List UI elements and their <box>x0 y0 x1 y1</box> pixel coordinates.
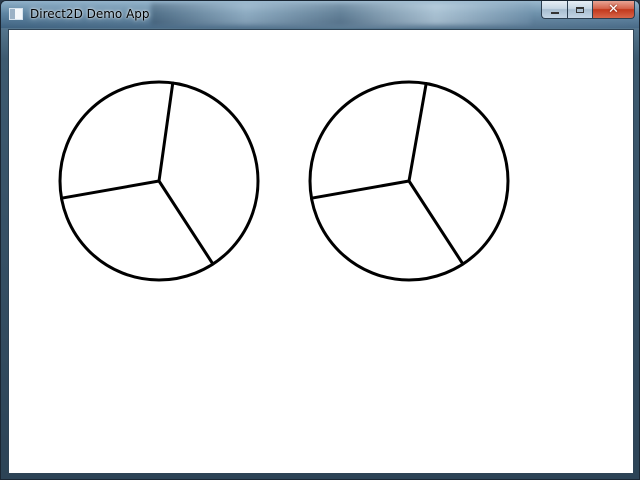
drawing-canvas <box>8 29 634 474</box>
window-title: Direct2D Demo App <box>30 7 150 21</box>
maximize-icon <box>576 6 584 13</box>
minimize-button[interactable] <box>541 1 567 19</box>
app-window: Direct2D Demo App ✕ <box>0 0 640 480</box>
title-bar[interactable]: Direct2D Demo App ✕ <box>1 1 639 28</box>
canvas-svg <box>58 80 510 282</box>
pie-left <box>58 80 260 282</box>
pie-right-spoke-1 <box>407 82 428 183</box>
close-button[interactable]: ✕ <box>592 1 635 19</box>
caption-buttons: ✕ <box>541 1 635 20</box>
maximize-button[interactable] <box>567 1 592 19</box>
pie-right <box>308 80 510 282</box>
title-bar-glass <box>151 3 531 25</box>
minimize-icon <box>550 11 559 14</box>
close-icon: ✕ <box>608 2 619 17</box>
pie-right-spoke-3 <box>407 179 465 266</box>
pie-left-spoke-3 <box>157 179 215 266</box>
pie-right-spoke-2 <box>310 179 411 200</box>
window-app-icon[interactable] <box>9 8 23 20</box>
pie-left-spoke-1 <box>157 81 175 183</box>
pie-left-spoke-2 <box>60 179 161 200</box>
